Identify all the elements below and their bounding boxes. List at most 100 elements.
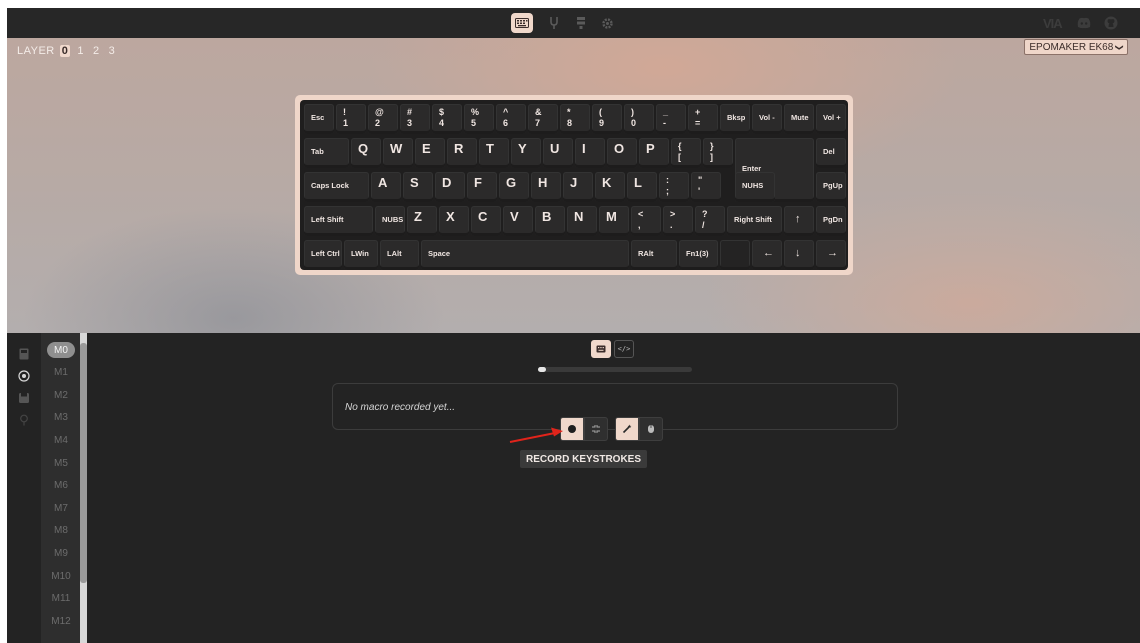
key-p[interactable]: P	[639, 138, 669, 168]
key-left-ctrl[interactable]: Left Ctrl	[304, 240, 342, 270]
key-n[interactable]: N	[567, 206, 597, 236]
key-r[interactable]: R	[447, 138, 477, 168]
key-g[interactable]: G	[499, 172, 529, 202]
key--[interactable]: & 7	[528, 104, 558, 134]
light-panel-icon[interactable]	[18, 411, 30, 426]
device-selector[interactable]: EPOMAKER EK68 ❯	[1024, 39, 1128, 55]
key-blank[interactable]	[720, 240, 750, 270]
key--[interactable]: <,	[631, 206, 661, 236]
layer-1-button[interactable]: 1	[75, 45, 86, 57]
key-pgup[interactable]: PgUp	[816, 172, 846, 202]
key-vol-[interactable]: Vol +	[816, 104, 846, 134]
macro-item-m7[interactable]: M7	[47, 500, 75, 516]
key-lalt[interactable]: LAlt	[380, 240, 419, 270]
macro-item-m5[interactable]: M5	[47, 455, 75, 471]
key-caps-lock[interactable]: Caps Lock	[304, 172, 369, 202]
key--[interactable]: @2	[368, 104, 398, 134]
key--[interactable]: #3	[400, 104, 430, 134]
key-del[interactable]: Del	[816, 138, 846, 168]
key--[interactable]: ) 0	[624, 104, 654, 134]
keyboard-panel-icon[interactable]	[18, 345, 30, 360]
key--[interactable]: }]	[703, 138, 733, 168]
key--[interactable]: ^ 6	[496, 104, 526, 134]
key-bksp[interactable]: Bksp	[720, 104, 750, 134]
smart-delay-button[interactable]	[584, 417, 608, 441]
key-z[interactable]: Z	[407, 206, 437, 236]
macro-item-m8[interactable]: M8	[47, 523, 75, 539]
key-k[interactable]: K	[595, 172, 625, 202]
via-logo[interactable]: VIA	[1043, 16, 1063, 31]
key--[interactable]: ↓	[784, 240, 814, 270]
layer-0-button[interactable]: 0	[59, 45, 71, 57]
recorder-tab-icon[interactable]	[591, 340, 611, 358]
macro-item-m1[interactable]: M1	[47, 365, 75, 381]
code-tab-icon[interactable]: </>	[614, 340, 634, 358]
key-d[interactable]: D	[435, 172, 465, 202]
key-h[interactable]: H	[531, 172, 561, 202]
macro-item-m10[interactable]: M10	[47, 568, 75, 584]
magic-wand-button[interactable]	[615, 417, 639, 441]
key-x[interactable]: X	[439, 206, 469, 236]
key--[interactable]: " '	[691, 172, 721, 202]
key--[interactable]: ←	[752, 240, 782, 270]
key-nubs[interactable]: NUBS	[375, 206, 405, 236]
key-t[interactable]: T	[479, 138, 509, 168]
key-left-shift[interactable]: Left Shift	[304, 206, 373, 236]
key-j[interactable]: J	[563, 172, 593, 202]
macro-item-m6[interactable]: M6	[47, 478, 75, 494]
mouse-button[interactable]	[639, 417, 663, 441]
save-panel-icon[interactable]	[18, 389, 30, 403]
key-l[interactable]: L	[627, 172, 657, 202]
layer-3-button[interactable]: 3	[107, 45, 118, 57]
key-vol-[interactable]: Vol -	[752, 104, 782, 134]
key-s[interactable]: S	[403, 172, 433, 202]
key-nuhs[interactable]: NUHS	[735, 172, 775, 202]
key-mute[interactable]: Mute	[784, 104, 814, 134]
key--[interactable]: * 8	[560, 104, 590, 134]
key-a[interactable]: A	[371, 172, 401, 202]
key-w[interactable]: W	[383, 138, 413, 168]
key--[interactable]: $4	[432, 104, 462, 134]
key-v[interactable]: V	[503, 206, 533, 236]
key-m[interactable]: M	[599, 206, 629, 236]
key--[interactable]: :;	[659, 172, 689, 202]
gear-icon[interactable]	[596, 13, 618, 33]
macro-list-scrollbar-thumb[interactable]	[80, 343, 87, 583]
key-e[interactable]: E	[415, 138, 445, 168]
keyboard-icon[interactable]	[511, 13, 533, 33]
key--[interactable]: ? /	[695, 206, 725, 236]
key-space[interactable]: Space	[421, 240, 629, 270]
discord-icon[interactable]	[1073, 13, 1095, 33]
layer-2-button[interactable]: 2	[91, 45, 102, 57]
macro-item-m2[interactable]: M2	[47, 387, 75, 403]
key-pgdn[interactable]: PgDn	[816, 206, 846, 236]
macro-item-m0[interactable]: M0	[47, 342, 75, 358]
key-tab[interactable]: Tab	[304, 138, 349, 168]
key--[interactable]: ↑	[784, 206, 814, 236]
key--[interactable]: (9	[592, 104, 622, 134]
key-c[interactable]: C	[471, 206, 501, 236]
macro-icon[interactable]	[570, 13, 592, 33]
macro-item-m9[interactable]: M9	[47, 545, 75, 561]
macro-item-m3[interactable]: M3	[47, 410, 75, 426]
macro-item-m4[interactable]: M4	[47, 432, 75, 448]
key-fn1-3-[interactable]: Fn1(3)	[679, 240, 718, 270]
key-esc[interactable]: Esc	[304, 104, 334, 134]
key--[interactable]: _ -	[656, 104, 686, 134]
key-o[interactable]: O	[607, 138, 637, 168]
key-right-shift[interactable]: Right Shift	[727, 206, 782, 236]
key--[interactable]: →	[816, 240, 846, 270]
key--[interactable]: % 5	[464, 104, 494, 134]
key--[interactable]: {[	[671, 138, 701, 168]
key-lwin[interactable]: LWin	[344, 240, 378, 270]
key-i[interactable]: I	[575, 138, 605, 168]
key-ralt[interactable]: RAlt	[631, 240, 677, 270]
macro-item-m12[interactable]: M12	[47, 613, 75, 629]
key--[interactable]: ! 1	[336, 104, 366, 134]
key-y[interactable]: Y	[511, 138, 541, 168]
key-f[interactable]: F	[467, 172, 497, 202]
key-q[interactable]: Q	[351, 138, 381, 168]
key--[interactable]: + =	[688, 104, 718, 134]
macro-item-m11[interactable]: M11	[47, 591, 75, 607]
key-u[interactable]: U	[543, 138, 573, 168]
